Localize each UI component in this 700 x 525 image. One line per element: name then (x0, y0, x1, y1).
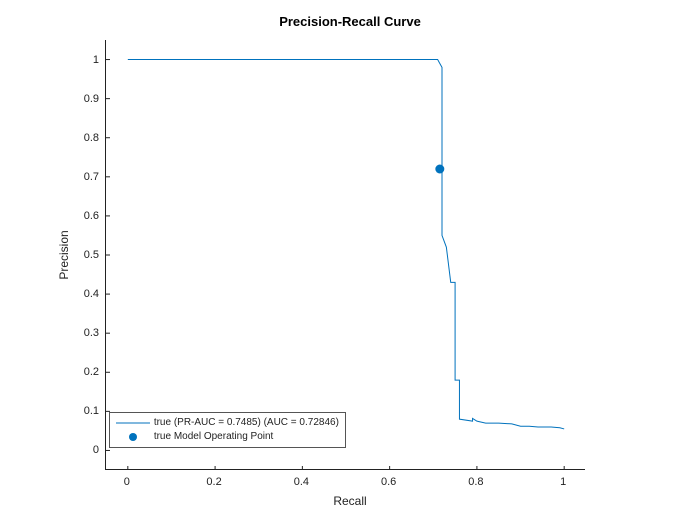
legend-swatch-marker (116, 430, 150, 444)
y-tick-label: 0.3 (81, 327, 99, 339)
legend-label-line: true (PR-AUC = 0.7485) (AUC = 0.72846) (154, 416, 339, 430)
legend-label-marker: true Model Operating Point (154, 430, 274, 444)
legend-swatch-line (116, 416, 150, 430)
figure: Precision-Recall Curve Precision Recall … (0, 0, 700, 525)
legend-entry-marker: true Model Operating Point (116, 430, 339, 444)
y-tick-label: 0.6 (81, 210, 99, 222)
x-tick-label: 0.6 (381, 476, 396, 488)
x-axis-label: Recall (0, 494, 700, 508)
chart-svg (106, 40, 586, 470)
x-tick-label: 0.2 (206, 476, 221, 488)
y-tick-label: 0.1 (81, 405, 99, 417)
y-axis-label: Precision (57, 230, 71, 279)
y-tick-label: 0.2 (81, 366, 99, 378)
y-tick-label: 0 (81, 444, 99, 456)
x-tick-label: 1 (560, 476, 566, 488)
y-tick-label: 1 (81, 54, 99, 66)
chart-title: Precision-Recall Curve (0, 14, 700, 29)
operating-point-marker (435, 165, 444, 174)
x-tick-label: 0.8 (468, 476, 483, 488)
y-tick-label: 0.9 (81, 93, 99, 105)
y-tick-label: 0.5 (81, 249, 99, 261)
x-tick-label: 0.4 (294, 476, 309, 488)
pr-curve-line (128, 60, 564, 429)
legend: true (PR-AUC = 0.7485) (AUC = 0.72846) t… (109, 412, 346, 448)
legend-entry-line: true (PR-AUC = 0.7485) (AUC = 0.72846) (116, 416, 339, 430)
y-tick-label: 0.4 (81, 288, 99, 300)
y-tick-label: 0.8 (81, 132, 99, 144)
ticks-group (106, 60, 564, 470)
x-tick-label: 0 (124, 476, 130, 488)
y-tick-label: 0.7 (81, 171, 99, 183)
plot-area (105, 40, 585, 470)
